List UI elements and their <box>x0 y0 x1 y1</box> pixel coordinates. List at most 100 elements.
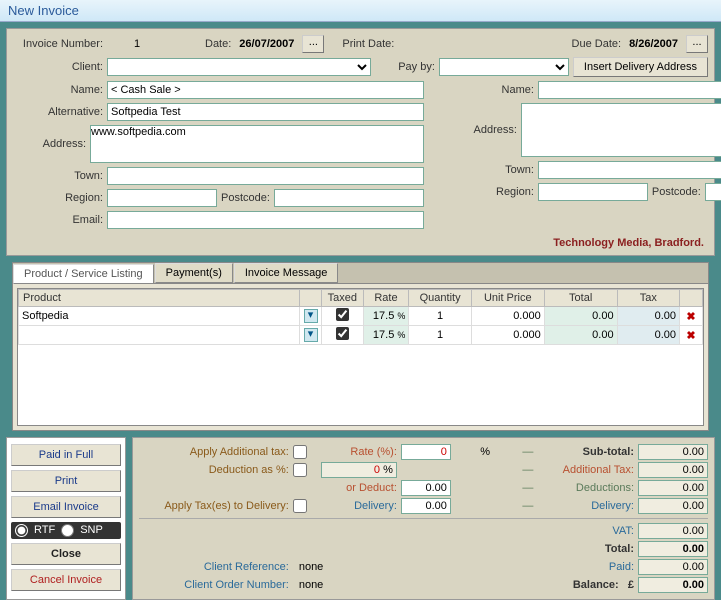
col-tax: Tax <box>617 290 679 307</box>
window-title: New Invoice <box>0 0 721 22</box>
email-button[interactable]: Email Invoice <box>11 496 121 518</box>
paid-value: 0.00 <box>638 559 708 575</box>
apply-tax-delivery-check[interactable] <box>293 499 307 513</box>
name-input[interactable] <box>107 81 424 99</box>
taxed-check[interactable] <box>336 327 349 340</box>
close-button[interactable]: Close <box>11 543 121 565</box>
cell-tax: 0.00 <box>617 307 679 326</box>
deductions-label: Deductions: <box>537 482 634 494</box>
cell-qty[interactable]: 1 <box>409 326 471 345</box>
cancel-button[interactable]: Cancel Invoice <box>11 569 121 591</box>
table-row: Softpedia▾17.5 %10.0000.000.00✖ <box>19 307 703 326</box>
delivery-address-input[interactable] <box>521 103 721 157</box>
invoice-number-label: Invoice Number: <box>13 38 103 50</box>
delivery-town-input[interactable] <box>538 161 721 179</box>
town-input[interactable] <box>107 167 424 185</box>
postcode-label: Postcode: <box>221 192 270 204</box>
col-rate: Rate <box>363 290 409 307</box>
rate-pct-input[interactable]: 0 <box>401 444 451 460</box>
company-footer: Technology Media, Bradford. <box>13 237 708 249</box>
name-label: Name: <box>13 84 103 96</box>
client-label: Client: <box>13 61 103 73</box>
insert-delivery-button[interactable]: Insert Delivery Address <box>573 57 708 77</box>
cell-unit[interactable]: 0.000 <box>471 307 544 326</box>
date-picker-button[interactable] <box>302 35 324 53</box>
client-order-value: none <box>293 579 515 591</box>
delivery-label: Delivery: <box>321 500 397 512</box>
or-deduct-input[interactable]: 0.00 <box>401 480 451 496</box>
alt-input[interactable] <box>107 103 424 121</box>
print-date-label: Print Date: <box>342 38 394 50</box>
tab-listing[interactable]: Product / Service Listing <box>13 264 154 284</box>
client-ref-value: none <box>293 561 515 573</box>
vat-label: VAT: <box>537 525 634 537</box>
taxed-check[interactable] <box>336 308 349 321</box>
delivery-postcode-label: Postcode: <box>652 186 701 198</box>
cell-rate[interactable]: 17.5 % <box>363 307 409 326</box>
total-value: 0.00 <box>638 541 708 557</box>
delivery-name-input[interactable] <box>538 81 721 99</box>
rate-pct-label: Rate (%): <box>321 446 397 458</box>
table-row: ▾17.5 %10.0000.000.00✖ <box>19 326 703 345</box>
rtf-radio[interactable] <box>15 524 28 537</box>
address-input[interactable]: www.softpedia.com <box>90 125 424 163</box>
delete-row-icon[interactable]: ✖ <box>686 311 695 323</box>
subtotal-value: 0.00 <box>638 444 708 460</box>
action-buttons: Paid in Full Print Email Invoice RTF SNP… <box>6 437 126 600</box>
date-value: 26/07/2007 <box>239 38 294 50</box>
format-radio-group: RTF SNP <box>11 522 121 539</box>
region-label: Region: <box>13 192 103 204</box>
delivery-region-input[interactable] <box>538 183 648 201</box>
region-input[interactable] <box>107 189 217 207</box>
product-dropdown-icon[interactable]: ▾ <box>304 309 318 323</box>
deductions-value: 0.00 <box>638 480 708 496</box>
delivery-address-label: Address: <box>444 124 517 136</box>
apply-tax-delivery-label: Apply Tax(es) to Delivery: <box>139 500 289 512</box>
snp-radio[interactable] <box>61 524 74 537</box>
pay-by-label: Pay by: <box>375 61 435 73</box>
delivery-column: Name: Address: Town: Region:Postcode: <box>444 81 721 233</box>
cell-qty[interactable]: 1 <box>409 307 471 326</box>
due-date-picker-button[interactable] <box>686 35 708 53</box>
email-input[interactable] <box>107 211 424 229</box>
delete-row-icon[interactable]: ✖ <box>686 330 695 342</box>
apply-add-tax-check[interactable] <box>293 445 307 459</box>
cell-tax: 0.00 <box>617 326 679 345</box>
due-date-label: Due Date: <box>572 38 622 50</box>
add-tax-label: Additional Tax: <box>537 464 634 476</box>
invoice-number: 1 <box>107 38 167 50</box>
delivery-name-label: Name: <box>444 84 534 96</box>
alt-label: Alternative: <box>13 106 103 118</box>
cell-rate[interactable]: 17.5 % <box>363 326 409 345</box>
tab-message[interactable]: Invoice Message <box>234 263 339 283</box>
delivery-postcode-input[interactable] <box>705 183 721 201</box>
totals-panel: Apply Additional tax: Rate (%): 0 % — Su… <box>132 437 715 600</box>
paid-label: Paid: <box>537 561 634 573</box>
cell-product[interactable] <box>19 326 300 345</box>
delivery-input[interactable]: 0.00 <box>401 498 451 514</box>
paid-full-button[interactable]: Paid in Full <box>11 444 121 466</box>
or-deduct-label: or Deduct: <box>321 482 397 494</box>
client-select[interactable] <box>107 58 371 76</box>
delivery-region-label: Region: <box>444 186 534 198</box>
vat-value: 0.00 <box>638 523 708 539</box>
balance-value: 0.00 <box>638 577 708 593</box>
product-dropdown-icon[interactable]: ▾ <box>304 328 318 342</box>
date-label: Date: <box>205 38 231 50</box>
col-product: Product <box>19 290 300 307</box>
col-taxed: Taxed <box>321 290 363 307</box>
total-label: Total: <box>537 543 634 555</box>
deduction-pct-check[interactable] <box>293 463 307 477</box>
cell-total: 0.00 <box>544 326 617 345</box>
pay-by-select[interactable] <box>439 58 569 76</box>
tab-payments[interactable]: Payment(s) <box>155 263 233 283</box>
client-order-label: Client Order Number: <box>139 579 289 591</box>
cell-product[interactable]: Softpedia <box>19 307 300 326</box>
delivery2-label: Delivery: <box>537 500 634 512</box>
tabs-container: Product / Service Listing Payment(s) Inv… <box>12 262 709 431</box>
cell-unit[interactable]: 0.000 <box>471 326 544 345</box>
print-button[interactable]: Print <box>11 470 121 492</box>
postcode-input[interactable] <box>274 189 424 207</box>
deduction-pct-label: Deduction as %: <box>139 464 289 476</box>
balance-label: Balance: £ <box>537 579 634 591</box>
